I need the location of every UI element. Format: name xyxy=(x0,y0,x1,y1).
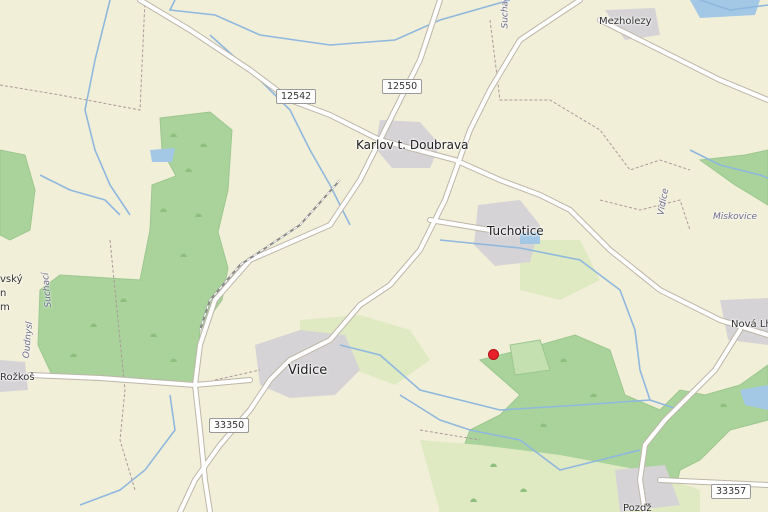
road-shield-33357: 33357 xyxy=(711,484,752,499)
place-karlov[interactable]: Karlov t. Doubrava xyxy=(356,138,468,152)
svg-text:⯊: ⯊ xyxy=(470,498,477,508)
svg-text:⯊: ⯊ xyxy=(90,323,97,333)
place-miskovice[interactable]: Miskovice xyxy=(713,212,757,222)
place-rozkos[interactable]: Rožkoš xyxy=(0,372,35,383)
svg-text:⯊: ⯊ xyxy=(540,423,547,433)
svg-text:⯊: ⯊ xyxy=(720,403,727,413)
svg-text:⯊: ⯊ xyxy=(560,358,567,368)
road-shield-33350: 33350 xyxy=(209,418,250,433)
svg-text:⯊: ⯊ xyxy=(150,333,157,343)
place-tuchotice[interactable]: Tuchotice xyxy=(487,224,544,238)
place-partial-west-1: vský xyxy=(0,274,23,285)
svg-text:⯊: ⯊ xyxy=(185,168,192,178)
road-shield-12542: 12542 xyxy=(276,89,317,104)
place-vidice[interactable]: Vidice xyxy=(288,363,327,378)
svg-text:⯊: ⯊ xyxy=(200,143,207,153)
road-shield-12550: 12550 xyxy=(382,79,423,94)
svg-text:⯊: ⯊ xyxy=(180,253,187,263)
svg-text:⯊: ⯊ xyxy=(160,208,167,218)
svg-text:⯊: ⯊ xyxy=(120,298,127,308)
place-nova-lhota[interactable]: Nová Lh xyxy=(731,319,768,330)
forest-west-strip xyxy=(0,149,36,241)
map-canvas[interactable]: ⯊ ⯊ ⯊ ⯊ ⯊ ⯊ ⯊ ⯊ ⯊ ⯊ ⯊ ⯊ ⯊ ⯊ ⯊ ⯊ ⯊ ⯊ Mezholezy Karlov… xyxy=(0,0,768,512)
svg-text:⯊: ⯊ xyxy=(170,358,177,368)
forest-east xyxy=(698,149,768,206)
svg-text:⯊: ⯊ xyxy=(195,213,202,223)
place-partial-west-2: n xyxy=(0,288,7,299)
place-partial-west-3: m xyxy=(0,302,10,313)
svg-text:⯊: ⯊ xyxy=(70,353,77,363)
svg-text:⯊: ⯊ xyxy=(490,463,497,473)
svg-text:⯊: ⯊ xyxy=(170,133,177,143)
stream-suchaci-top: Suchací xyxy=(500,0,511,29)
svg-text:⯊: ⯊ xyxy=(520,488,527,498)
location-marker[interactable] xyxy=(488,349,499,360)
place-partial-bottom: Pozďž xyxy=(623,503,652,512)
place-mezholezy[interactable]: Mezholezy xyxy=(599,16,652,27)
svg-text:⯊: ⯊ xyxy=(590,393,597,403)
map-background: ⯊ ⯊ ⯊ ⯊ ⯊ ⯊ ⯊ ⯊ ⯊ ⯊ ⯊ ⯊ ⯊ ⯊ ⯊ ⯊ ⯊ ⯊ xyxy=(0,0,768,512)
